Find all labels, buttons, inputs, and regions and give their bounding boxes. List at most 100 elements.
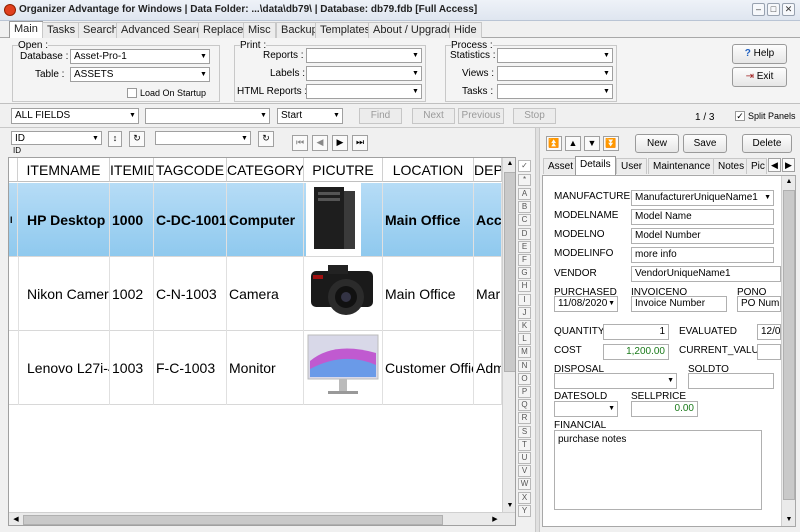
cell-itemid[interactable]: 1003 xyxy=(110,331,154,405)
move-bottom-icon[interactable]: ⏬ xyxy=(603,136,619,151)
cell-category[interactable]: Monitor xyxy=(227,331,304,405)
move-top-icon[interactable]: ⏫ xyxy=(546,136,562,151)
cell-tagcode[interactable]: F-C-1003 xyxy=(154,331,227,405)
table-row[interactable]: Lenovo L27i-4 1003 F-C-1003 Monitor Cust… xyxy=(9,331,502,405)
tab-details[interactable]: Details xyxy=(575,156,616,175)
alpha-letter-b[interactable]: B xyxy=(518,201,531,214)
table-row[interactable]: I HP Desktop 1000 C-DC-1001 Computer Mai… xyxy=(9,183,502,257)
tab-user[interactable]: User xyxy=(616,158,648,174)
minimize-button[interactable]: – xyxy=(752,3,765,16)
next-record-icon[interactable]: ▶ xyxy=(332,135,348,151)
help-button[interactable]: ? Help xyxy=(732,44,787,64)
alpha-letter-c[interactable]: C xyxy=(518,214,531,227)
alpha-letter-r[interactable]: R xyxy=(518,412,531,425)
alpha-letter-e[interactable]: E xyxy=(518,240,531,253)
sort-field-select[interactable]: ID ▼ xyxy=(11,131,102,145)
cell-itemid[interactable]: 1002 xyxy=(110,257,154,331)
alpha-letter-m[interactable]: M xyxy=(518,346,531,359)
financial-textarea[interactable]: purchase notes xyxy=(554,430,762,510)
disposal-select[interactable]: ▼ xyxy=(554,373,677,389)
scroll-right-icon[interactable]: ▶ xyxy=(489,514,501,525)
next-button[interactable]: Next xyxy=(412,108,455,124)
alpha-letter-a[interactable]: A xyxy=(518,188,531,200)
labels-select[interactable]: ▼ xyxy=(306,66,422,81)
exit-button[interactable]: ⇥ Exit xyxy=(732,67,787,87)
scroll-up-icon[interactable]: ▲ xyxy=(504,158,515,170)
alpha-letter-w[interactable]: W xyxy=(518,478,531,491)
save-record-button[interactable]: Save xyxy=(683,134,727,153)
column-header-tagcode[interactable]: TAGCODE xyxy=(154,158,227,182)
cell-itemname[interactable]: HP Desktop xyxy=(18,183,110,257)
alpha-letter-k[interactable]: K xyxy=(518,320,531,332)
tab-about-upgrade[interactable]: About / Upgrade xyxy=(368,22,459,38)
current-value-field[interactable] xyxy=(757,344,781,360)
find-button[interactable]: Find xyxy=(359,108,402,124)
sellprice-field[interactable]: 0.00 xyxy=(631,401,698,417)
first-record-icon[interactable]: ⏮ xyxy=(292,135,308,151)
cell-picture[interactable] xyxy=(304,257,383,331)
split-panels-checkbox[interactable]: ✓ xyxy=(735,111,745,121)
column-header-category[interactable]: CATEGORY xyxy=(227,158,304,182)
cell-itemname[interactable]: Nikon Camera xyxy=(18,257,110,331)
cell-picture[interactable] xyxy=(304,331,383,405)
tab-misc[interactable]: Misc xyxy=(243,22,276,38)
tab-maintenance[interactable]: Maintenance xyxy=(648,158,716,174)
scroll-down-icon[interactable]: ▼ xyxy=(504,500,515,512)
cell-tagcode[interactable]: C-N-1003 xyxy=(154,257,227,331)
alpha-select-all-checkbox[interactable]: ✓ xyxy=(518,160,531,172)
database-select[interactable]: Asset-Pro-1 ▼ xyxy=(70,49,210,64)
tab-main[interactable]: Main xyxy=(9,21,43,39)
new-record-button[interactable]: New xyxy=(635,134,679,153)
manufacturer-select[interactable]: ManufacturerUniqueName1 ▼ xyxy=(631,190,774,206)
search-field-select[interactable]: ALL FIELDS ▼ xyxy=(11,108,139,124)
column-header-department[interactable]: DEPARTMENT xyxy=(474,158,502,182)
cell-itemid[interactable]: 1000 xyxy=(110,183,154,257)
cell-department[interactable]: Marketing xyxy=(474,257,502,331)
filter-select[interactable]: ▼ xyxy=(155,131,251,145)
alpha-letter-i[interactable]: I xyxy=(518,293,531,306)
search-text-input[interactable]: ▼ xyxy=(145,108,270,124)
alpha-letter-y[interactable]: Y xyxy=(518,504,531,517)
modelno-field[interactable]: Model Number xyxy=(631,228,774,244)
alpha-letter-h[interactable]: H xyxy=(518,280,531,293)
alpha-letter-p[interactable]: P xyxy=(518,386,531,398)
html-reports-select[interactable]: ▼ xyxy=(306,84,422,99)
sort-order-icon[interactable]: ↕ xyxy=(108,131,122,147)
cell-category[interactable]: Computer xyxy=(227,183,304,257)
delete-record-button[interactable]: Delete xyxy=(742,134,792,153)
modelname-field[interactable]: Model Name xyxy=(631,209,774,225)
load-on-startup-checkbox[interactable] xyxy=(127,88,137,98)
tab-hide[interactable]: Hide xyxy=(449,22,482,38)
last-record-icon[interactable]: ⏭ xyxy=(352,135,368,151)
table-row[interactable]: Nikon Camera 1002 C-N-1003 Camera Main O… xyxy=(9,257,502,331)
column-header-itemid[interactable]: ITEMID xyxy=(110,158,154,182)
evaluated-field[interactable]: 12/0 xyxy=(757,324,781,340)
cell-location[interactable]: Customer Office xyxy=(383,331,474,405)
vendor-field[interactable]: VendorUniqueName1 xyxy=(631,266,781,282)
h-scroll-thumb[interactable] xyxy=(23,515,443,525)
panel-splitter[interactable] xyxy=(535,128,540,532)
column-header-itemname[interactable]: ITEMNAME xyxy=(18,158,110,182)
alpha-letter-j[interactable]: J xyxy=(518,306,531,319)
close-button[interactable]: ✕ xyxy=(782,3,795,16)
tab-notes[interactable]: Notes xyxy=(713,158,750,174)
alpha-letter-u[interactable]: U xyxy=(518,452,531,464)
tab-picture[interactable]: Pic xyxy=(746,158,767,174)
grid-horizontal-scrollbar[interactable]: ◀ ▶ xyxy=(9,512,515,525)
quantity-field[interactable]: 1 xyxy=(603,324,669,340)
refresh-icon[interactable]: ↻ xyxy=(129,131,145,147)
move-up-icon[interactable]: ▲ xyxy=(565,136,581,151)
modelinfo-field[interactable]: more info xyxy=(631,247,774,263)
alpha-letter-o[interactable]: O xyxy=(518,372,531,385)
alpha-letter-v[interactable]: V xyxy=(518,465,531,478)
tab-templates[interactable]: Templates xyxy=(315,22,376,38)
reports-select[interactable]: ▼ xyxy=(306,48,422,63)
scroll-left-icon[interactable]: ◀ xyxy=(10,514,22,525)
alpha-letter-l[interactable]: L xyxy=(518,333,531,346)
invoiceno-field[interactable]: Invoice Number xyxy=(631,296,727,312)
cell-tagcode[interactable]: C-DC-1001 xyxy=(154,183,227,257)
table-select[interactable]: ASSETS ▼ xyxy=(70,67,210,82)
cell-category[interactable]: Camera xyxy=(227,257,304,331)
cell-itemname[interactable]: Lenovo L27i-4 xyxy=(18,331,110,405)
soldto-field[interactable] xyxy=(688,373,774,389)
